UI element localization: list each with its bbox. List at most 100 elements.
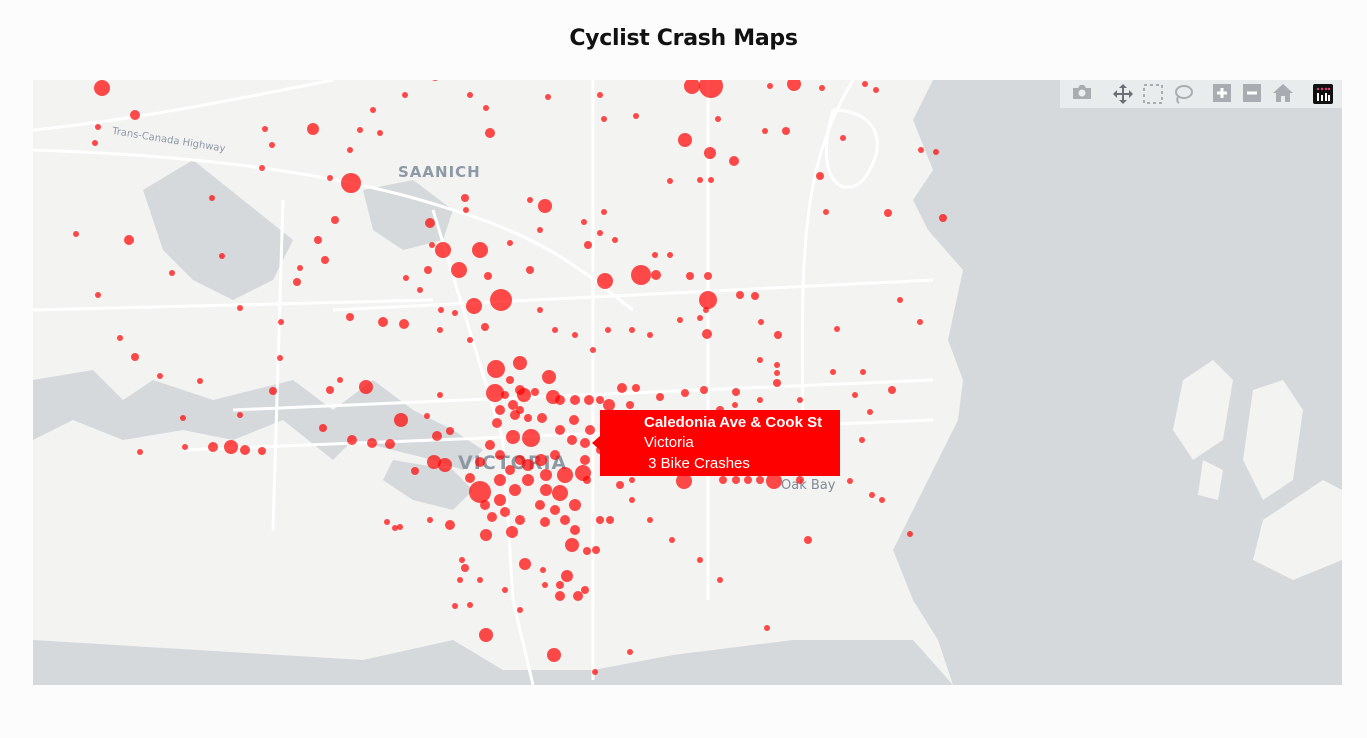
crash-marker[interactable] — [774, 331, 782, 339]
crash-marker[interactable] — [451, 262, 467, 278]
crash-marker[interactable] — [427, 517, 433, 523]
crash-marker[interactable] — [483, 105, 489, 111]
crash-marker[interactable] — [467, 337, 473, 343]
crash-marker[interactable] — [481, 323, 489, 331]
crash-marker[interactable] — [431, 80, 439, 81]
crash-marker[interactable] — [758, 319, 764, 325]
crash-marker[interactable] — [756, 476, 764, 484]
crash-marker[interactable] — [492, 418, 502, 428]
crash-marker[interactable] — [819, 85, 825, 91]
crash-marker[interactable] — [452, 310, 458, 316]
crash-marker[interactable] — [237, 305, 243, 311]
crash-marker[interactable] — [500, 507, 510, 517]
crash-marker[interactable] — [277, 355, 283, 361]
crash-marker[interactable] — [550, 450, 560, 460]
crash-marker[interactable] — [596, 516, 604, 524]
crash-marker[interactable] — [452, 603, 458, 609]
crash-marker[interactable] — [209, 195, 215, 201]
crash-marker[interactable] — [94, 80, 110, 96]
crash-marker[interactable] — [787, 80, 801, 91]
crash-marker[interactable] — [262, 126, 268, 132]
crash-marker[interactable] — [884, 209, 892, 217]
crash-marker[interactable] — [341, 173, 361, 193]
crash-marker[interactable] — [601, 209, 607, 215]
crash-marker[interactable] — [570, 395, 580, 405]
crash-marker[interactable] — [463, 207, 469, 213]
crash-marker[interactable] — [939, 214, 947, 222]
crash-marker[interactable] — [397, 524, 403, 530]
crash-marker[interactable] — [359, 380, 373, 394]
crash-marker[interactable] — [918, 147, 924, 153]
crash-marker[interactable] — [507, 240, 513, 246]
crash-marker[interactable] — [435, 242, 451, 258]
crash-marker[interactable] — [732, 388, 740, 396]
crash-marker[interactable] — [269, 142, 275, 148]
crash-marker[interactable] — [370, 107, 376, 113]
crash-marker[interactable] — [867, 409, 873, 415]
crash-marker[interactable] — [933, 149, 939, 155]
crash-marker[interactable] — [767, 83, 773, 89]
crash-marker[interactable] — [751, 292, 759, 300]
crash-marker[interactable] — [73, 231, 79, 237]
crash-marker[interactable] — [860, 369, 866, 375]
crash-marker[interactable] — [438, 307, 444, 313]
crash-marker[interactable] — [131, 353, 139, 361]
crash-marker[interactable] — [557, 467, 573, 483]
crash-marker[interactable] — [467, 602, 473, 608]
crash-marker[interactable] — [597, 230, 603, 236]
crash-marker[interactable] — [424, 266, 432, 274]
crash-marker[interactable] — [487, 512, 497, 522]
crash-marker[interactable] — [542, 582, 548, 588]
crash-marker[interactable] — [377, 130, 383, 136]
crash-marker[interactable] — [629, 327, 635, 333]
crash-marker[interactable] — [606, 516, 614, 524]
crash-marker[interactable] — [569, 499, 581, 511]
crash-marker[interactable] — [782, 127, 790, 135]
crash-marker[interactable] — [736, 291, 744, 299]
crash-marker[interactable] — [425, 218, 435, 228]
crash-marker[interactable] — [597, 273, 613, 289]
crash-marker[interactable] — [137, 449, 143, 455]
crash-marker[interactable] — [437, 392, 443, 398]
crash-marker[interactable] — [417, 287, 423, 293]
crash-marker[interactable] — [627, 649, 633, 655]
crash-marker[interactable] — [572, 332, 578, 338]
crash-marker[interactable] — [555, 425, 565, 435]
crash-marker[interactable] — [92, 140, 98, 146]
crash-marker[interactable] — [796, 476, 804, 484]
crash-marker[interactable] — [729, 156, 739, 166]
crash-marker[interactable] — [681, 389, 689, 397]
crash-marker[interactable] — [367, 438, 377, 448]
crash-marker[interactable] — [888, 386, 896, 394]
crash-marker[interactable] — [774, 370, 780, 376]
crash-marker[interactable] — [479, 628, 493, 642]
crash-marker[interactable] — [581, 219, 587, 225]
crash-marker[interactable] — [651, 270, 661, 280]
crash-marker[interactable] — [552, 485, 568, 501]
crash-marker[interactable] — [477, 577, 483, 583]
plotly-logo-link[interactable] — [1313, 84, 1335, 104]
crash-marker[interactable] — [326, 386, 334, 394]
crash-marker[interactable] — [327, 175, 333, 181]
crash-marker[interactable] — [629, 477, 635, 483]
crash-marker[interactable] — [208, 442, 218, 452]
crash-marker[interactable] — [715, 116, 721, 122]
crash-marker[interactable] — [601, 116, 607, 122]
crash-marker[interactable] — [403, 275, 409, 281]
crash-marker[interactable] — [522, 474, 534, 486]
crash-marker[interactable] — [774, 362, 780, 368]
crash-marker[interactable] — [347, 147, 353, 153]
crash-marker[interactable] — [535, 454, 547, 466]
crash-marker[interactable] — [537, 413, 547, 423]
crash-marker[interactable] — [432, 431, 442, 441]
crash-marker[interactable] — [495, 450, 505, 460]
crash-marker[interactable] — [879, 497, 885, 503]
crash-marker[interactable] — [757, 357, 763, 363]
crash-marker[interactable] — [269, 387, 277, 395]
crash-marker[interactable] — [862, 81, 868, 87]
crash-marker[interactable] — [502, 587, 508, 593]
crash-marker[interactable] — [550, 505, 560, 515]
crash-marker[interactable] — [542, 370, 556, 384]
crash-marker[interactable] — [490, 289, 512, 311]
crash-marker[interactable] — [581, 586, 589, 594]
